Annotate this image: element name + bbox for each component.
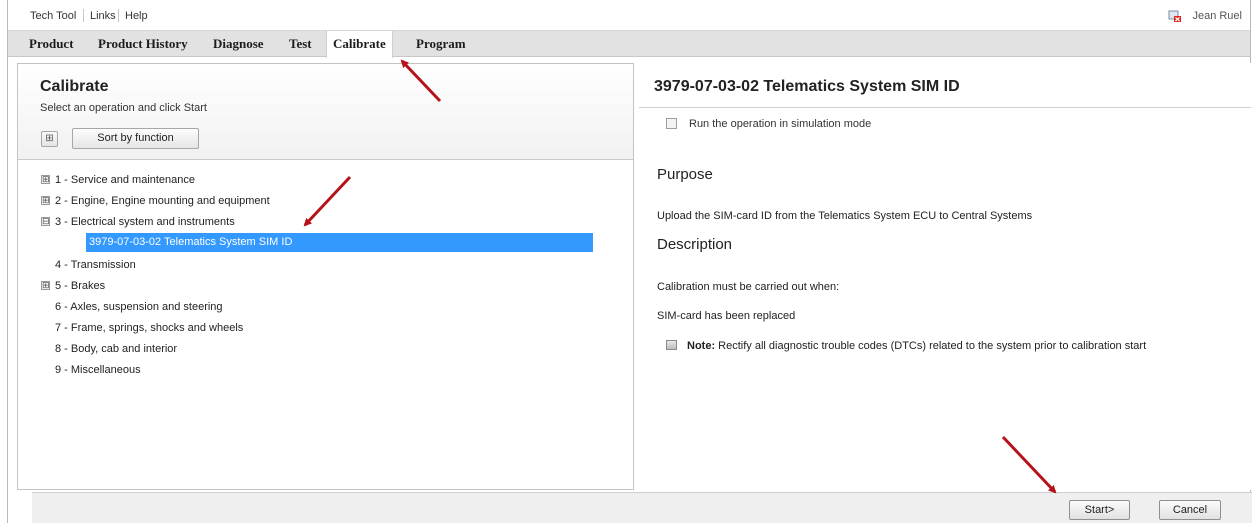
operation-list-header: Calibrate Select an operation and click … (18, 64, 633, 160)
tree-item[interactable]: ⊞ 2 - Engine, Engine mounting and equipm… (18, 193, 633, 209)
tree-item-label: 1 - Service and maintenance (55, 174, 196, 186)
tree-item-label: 8 - Body, cab and interior (55, 343, 178, 355)
expand-all-button[interactable]: ⊞ (41, 131, 58, 147)
tree-item[interactable]: ⊟ 3 - Electrical system and instruments (18, 214, 633, 230)
note-text: Note: Rectify all diagnostic trouble cod… (687, 340, 1146, 352)
start-button[interactable]: Start> (1069, 500, 1130, 520)
sort-by-function-button[interactable]: Sort by function (72, 128, 199, 149)
tab-product-history[interactable]: Product History (92, 31, 194, 57)
menu-bar: Tech Tool Links Help Jean Ruel (8, 0, 1250, 31)
panel-title: Calibrate (40, 78, 109, 95)
tree-item-label: 9 - Miscellaneous (55, 364, 141, 376)
description-heading: Description (657, 236, 733, 253)
tab-diagnose[interactable]: Diagnose (207, 31, 270, 57)
simulation-mode-checkbox[interactable] (666, 118, 677, 129)
tab-test[interactable]: Test (283, 31, 318, 57)
divider (639, 107, 1251, 108)
tree-item-label: 4 - Transmission (55, 259, 136, 271)
tree-item-label: 6 - Axles, suspension and steering (55, 301, 223, 313)
menu-separator (118, 9, 119, 22)
operation-list-panel: Calibrate Select an operation and click … (17, 63, 634, 490)
tree-item-selected[interactable]: 3979-07-03-02 Telematics System SIM ID (86, 233, 593, 252)
menu-links[interactable]: Links (90, 10, 116, 22)
operation-title: 3979-07-03-02 Telematics System SIM ID (654, 78, 960, 95)
main-tab-bar: Product Product History Diagnose Test Ca… (8, 31, 1250, 58)
purpose-heading: Purpose (657, 166, 713, 183)
tree-item[interactable]: 8 - Body, cab and interior (18, 341, 633, 357)
operation-detail-panel: 3979-07-03-02 Telematics System SIM ID R… (639, 63, 1251, 490)
tab-calibrate[interactable]: Calibrate (326, 31, 393, 58)
tree-item[interactable]: ⊞ 1 - Service and maintenance (18, 172, 633, 188)
description-line: Calibration must be carried out when: (657, 281, 840, 293)
tree-item[interactable]: 9 - Miscellaneous (18, 362, 633, 378)
description-line: SIM-card has been replaced (657, 310, 796, 322)
user-area: Jean Ruel (1168, 7, 1242, 25)
purpose-text: Upload the SIM-card ID from the Telemati… (657, 210, 1033, 222)
tree-item[interactable]: 4 - Transmission (18, 257, 633, 273)
simulation-mode-label: Run the operation in simulation mode (689, 118, 872, 130)
user-name: Jean Ruel (1192, 10, 1242, 22)
panel-subtitle: Select an operation and click Start (40, 102, 207, 114)
tab-product[interactable]: Product (23, 31, 80, 57)
tree-item[interactable]: ⊞ 5 - Brakes (18, 278, 633, 294)
tree-item[interactable]: 7 - Frame, springs, shocks and wheels (18, 320, 633, 336)
menu-tech-tool[interactable]: Tech Tool (30, 10, 76, 22)
note-label: Note: (687, 340, 716, 352)
user-status-icon[interactable] (1168, 10, 1182, 23)
tree-item-label: 7 - Frame, springs, shocks and wheels (55, 322, 244, 334)
tree-item-label: 5 - Brakes (55, 280, 106, 292)
app-window: Tech Tool Links Help Jean Ruel Product P… (7, 0, 1252, 523)
tree-item[interactable]: 6 - Axles, suspension and steering (18, 299, 633, 315)
minus-icon[interactable]: ⊟ (41, 217, 50, 226)
plus-icon[interactable]: ⊞ (41, 196, 50, 205)
cancel-button[interactable]: Cancel (1159, 500, 1221, 520)
tree-item-label: 3 - Electrical system and instruments (55, 216, 235, 228)
plus-icon[interactable]: ⊞ (41, 175, 50, 184)
tab-program[interactable]: Program (410, 31, 472, 57)
note-body: Rectify all diagnostic trouble codes (DT… (718, 340, 1147, 352)
menu-separator (83, 9, 84, 22)
tree-item-label: 2 - Engine, Engine mounting and equipmen… (55, 195, 270, 207)
menu-help[interactable]: Help (125, 10, 148, 22)
plus-icon[interactable]: ⊞ (41, 281, 50, 290)
note-icon (666, 340, 677, 350)
